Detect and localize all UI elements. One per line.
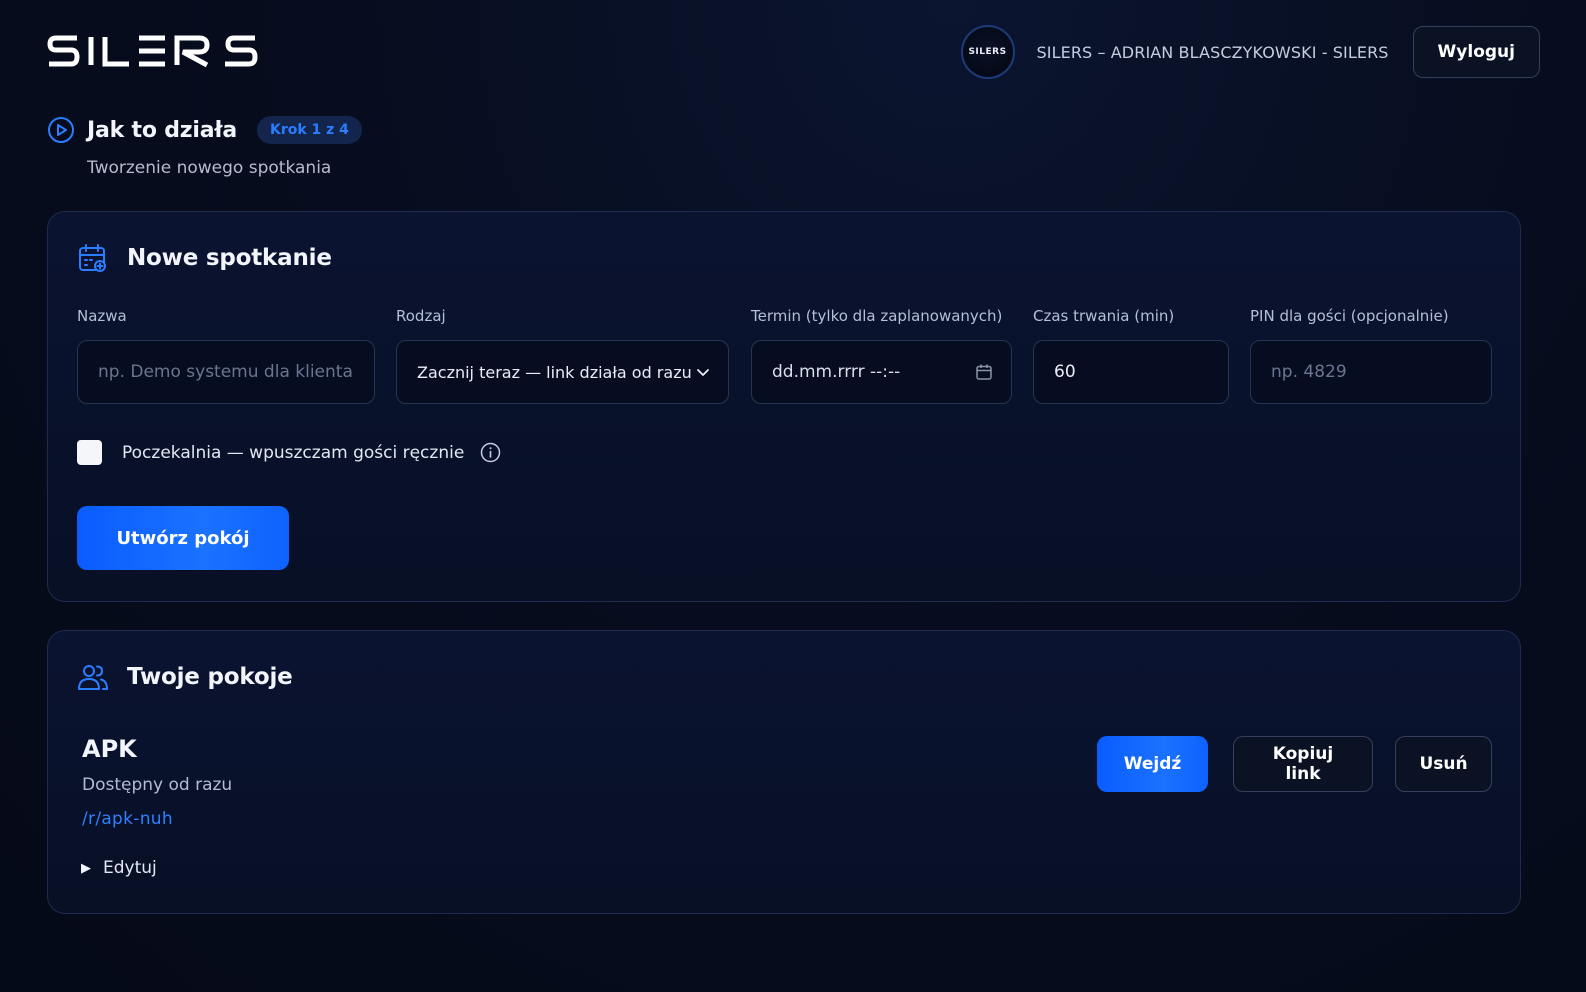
step-title: Jak to działa [87, 117, 237, 143]
duration-value: 60 [1054, 362, 1076, 382]
room-link[interactable]: /r/apk-nuh [82, 809, 232, 829]
rooms-header: Twoje pokoje [77, 661, 293, 693]
step-badge: Krok 1 z 4 [256, 116, 362, 144]
copy-link-button[interactable]: Kopiuj link [1233, 736, 1373, 792]
silers-logo [47, 35, 258, 68]
term-placeholder: dd.mm.rrrr --:-- [772, 362, 901, 382]
pin-placeholder: np. 4829 [1271, 362, 1347, 382]
room-actions: Wejdź Kopiuj link Usuń [1097, 736, 1492, 792]
chevron-down-icon [697, 369, 709, 376]
type-select[interactable]: Zacznij teraz — link działa od razu [396, 340, 729, 404]
term-input[interactable]: dd.mm.rrrr --:-- [751, 340, 1012, 404]
name-input[interactable]: np. Demo systemu dla klienta [77, 340, 375, 404]
avatar: SILERS [960, 25, 1015, 79]
new-meeting-header: Nowe spotkanie [77, 242, 332, 274]
delete-room-button[interactable]: Usuń [1395, 736, 1492, 792]
new-meeting-title: Nowe spotkanie [127, 245, 332, 271]
calendar-add-icon [79, 244, 106, 272]
pin-field: PIN dla gości (opcjonalnie) np. 4829 [1250, 307, 1492, 404]
triangle-right-icon: ▶ [81, 860, 91, 876]
create-room-button[interactable]: Utwórz pokój [77, 506, 289, 570]
term-field: Termin (tylko dla zaplanowanych) dd.mm.r… [751, 307, 1012, 404]
room-edit-label: Edytuj [103, 858, 157, 878]
type-label: Rodzaj [396, 307, 446, 325]
waiting-room-row: Poczekalnia — wpuszczam gości ręcznie [77, 440, 501, 465]
logout-button[interactable]: Wyloguj [1412, 26, 1540, 78]
user-block: SILERS SILERS – ADRIAN BLASCZYKOWSKI - S… [960, 25, 1540, 79]
avatar-text: SILERS [968, 47, 1007, 57]
duration-field: Czas trwania (min) 60 [1033, 307, 1229, 404]
name-label: Nazwa [77, 307, 127, 325]
room-item: APK Dostępny od razu /r/apk-nuh [82, 735, 232, 829]
step-subtitle: Tworzenie nowego spotkania [87, 158, 332, 178]
waiting-room-checkbox[interactable] [77, 440, 102, 465]
rooms-card: Twoje pokoje APK Dostępny od razu /r/apk… [47, 630, 1521, 914]
header: SILERS SILERS SILERS – ADRIAN BLASCZYKOW… [0, 0, 1586, 105]
type-field: Rodzaj Zacznij teraz — link działa od ra… [396, 307, 729, 404]
info-icon[interactable] [480, 442, 501, 463]
room-name: APK [82, 735, 137, 763]
step-section: Jak to działa Krok 1 z 4 Tworzenie noweg… [47, 116, 362, 178]
new-meeting-card: Nowe spotkanie Nazwa np. Demo systemu dl… [47, 211, 1521, 602]
user-name: SILERS – ADRIAN BLASCZYKOWSKI - SILERS [1036, 42, 1389, 62]
enter-room-button[interactable]: Wejdź [1097, 736, 1208, 792]
term-label: Termin (tylko dla zaplanowanych) [751, 307, 1003, 325]
name-field: Nazwa np. Demo systemu dla klienta [77, 307, 375, 404]
room-edit-toggle[interactable]: ▶ Edytuj [81, 858, 157, 878]
duration-input[interactable]: 60 [1033, 340, 1229, 404]
play-circle-icon[interactable] [47, 116, 75, 144]
pin-input[interactable]: np. 4829 [1250, 340, 1492, 404]
room-status: Dostępny od razu [82, 775, 233, 795]
waiting-room-label[interactable]: Poczekalnia — wpuszczam gości ręcznie [122, 443, 464, 463]
rooms-title: Twoje pokoje [127, 664, 293, 690]
calendar-icon[interactable] [975, 363, 993, 381]
users-icon [78, 665, 108, 690]
type-value: Zacznij teraz — link działa od razu [417, 362, 692, 382]
duration-label: Czas trwania (min) [1033, 307, 1175, 325]
pin-label: PIN dla gości (opcjonalnie) [1250, 307, 1449, 325]
logo[interactable]: SILERS [47, 34, 259, 68]
name-placeholder: np. Demo systemu dla klienta [98, 362, 353, 382]
